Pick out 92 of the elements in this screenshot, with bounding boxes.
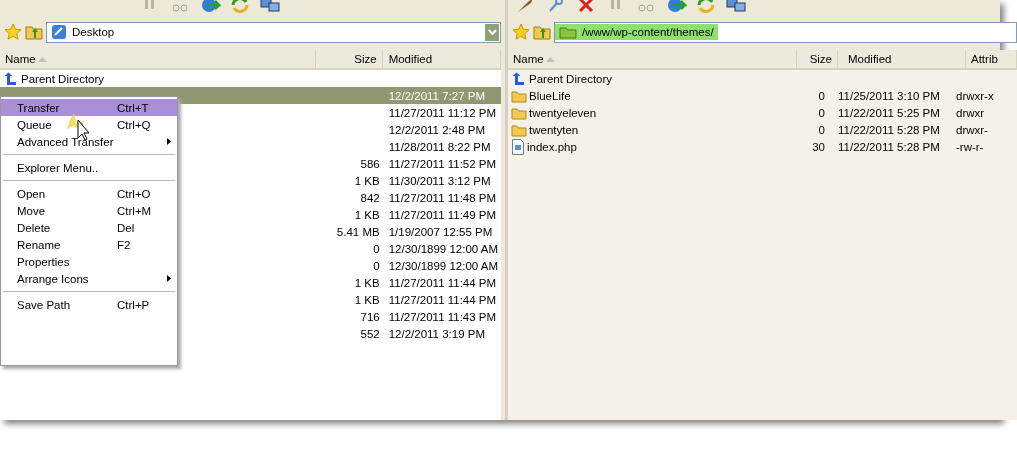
- menu-item[interactable]: Rename F2: [1, 236, 177, 253]
- modified-date: 11/27/2011 11:49 PM: [388, 208, 497, 221]
- column-header[interactable]: Modified: [838, 50, 966, 68]
- file-size: 586: [360, 157, 380, 170]
- file-size: 552: [360, 327, 380, 340]
- folder-up-icon: [25, 23, 43, 41]
- file-row[interactable]: twentyeleven 0 11/22/2011 5:25 PM drwxr: [508, 104, 1017, 121]
- file-size: 0: [373, 259, 380, 272]
- file-size: 0: [818, 123, 825, 136]
- file-row[interactable]: twentyten 0 11/22/2011 5:28 PM drwxr-: [508, 121, 1017, 138]
- menu-item[interactable]: Transfer Ctrl+T: [1, 99, 177, 116]
- modified-date: 1/19/2007 12:55 PM: [388, 225, 493, 238]
- modified-date: 11/27/2011 11:43 PM: [388, 310, 497, 323]
- computers-icon[interactable]: [725, 0, 747, 14]
- modified-date: 12/30/1899 12:00 AM: [388, 259, 498, 272]
- file-size: 716: [360, 310, 380, 323]
- folder-up-icon: [533, 23, 551, 41]
- column-header[interactable]: Name: [0, 50, 316, 68]
- modified-date: 12/2/2011 7:27 PM: [388, 89, 486, 102]
- star-icon: [512, 23, 530, 41]
- modified-date: 11/27/2011 11:44 PM: [388, 276, 497, 289]
- column-header[interactable]: Size: [315, 50, 383, 68]
- file-attributes: drwxr: [956, 106, 985, 119]
- folder-icon: [511, 88, 527, 103]
- sort-arrow-icon: [37, 56, 47, 62]
- folder-icon: [559, 25, 577, 39]
- column-header[interactable]: Name: [508, 50, 797, 68]
- file-name: Parent Directory: [21, 72, 105, 85]
- path-field[interactable]: Desktop: [46, 21, 501, 43]
- modified-date: 11/25/2011 3:10 PM: [838, 89, 940, 102]
- column-header[interactable]: Size: [797, 50, 838, 68]
- menu-item[interactable]: Save Path Ctrl+P: [1, 296, 177, 313]
- column-header[interactable]: Attrib: [966, 50, 1017, 68]
- file-size: 0: [818, 106, 825, 119]
- star-icon: [4, 23, 22, 41]
- modified-date: 11/27/2011 11:48 PM: [388, 191, 497, 204]
- file-name: twentyeleven: [529, 106, 597, 119]
- refresh-icon[interactable]: [229, 0, 251, 14]
- file-size: 0: [818, 89, 825, 102]
- path-text: /www/wp-content/themes/: [582, 26, 714, 38]
- caret-icon: [487, 29, 497, 35]
- up-arrow-icon: [511, 71, 527, 86]
- up-arrow-icon: [3, 71, 19, 86]
- menu-item[interactable]: Delete Del: [1, 219, 177, 236]
- file-row[interactable]: index.php 30 11/22/2011 5:28 PM -rw-r-: [508, 138, 1017, 155]
- file-attributes: drwxr-: [956, 123, 988, 136]
- file-attributes: -rw-r-: [956, 140, 984, 153]
- menu-item[interactable]: Queue Ctrl+Q: [1, 116, 177, 133]
- file-name: index.php: [527, 140, 577, 153]
- file-size: 1 KB: [354, 208, 380, 221]
- modified-date: 11/22/2011 5:28 PM: [838, 140, 940, 153]
- sort-arrow-icon: [545, 56, 555, 62]
- file-row[interactable]: Parent Directory: [508, 70, 1017, 87]
- path-text: Desktop: [72, 26, 115, 38]
- file-size: 1 KB: [354, 293, 380, 306]
- menu-item[interactable]: Open Ctrl+O: [1, 185, 177, 202]
- menu-item[interactable]: Move Ctrl+M: [1, 202, 177, 219]
- file-size: 5.41 MB: [336, 225, 380, 238]
- menu-item[interactable]: Properties: [1, 253, 177, 270]
- menu-item[interactable]: Advanced Transfer: [1, 133, 177, 150]
- submenu-arrow-icon: [167, 275, 171, 282]
- menu-item[interactable]: Explorer Menu..: [1, 159, 177, 176]
- file-name: BlueLife: [529, 89, 571, 102]
- refresh-icon[interactable]: [695, 0, 717, 14]
- file-name: Parent Directory: [529, 72, 613, 85]
- computers-icon[interactable]: [259, 0, 281, 14]
- modified-date: 12/30/1899 12:00 AM: [388, 242, 498, 255]
- menu-item[interactable]: Arrange Icons: [1, 270, 177, 287]
- folder-icon: [511, 122, 527, 137]
- modified-date: 11/27/2011 11:44 PM: [388, 293, 497, 306]
- file-size: 0: [373, 242, 380, 255]
- file-size: 30: [812, 140, 825, 153]
- globe-arrow-icon[interactable]: [665, 0, 687, 14]
- column-header[interactable]: Modified: [382, 50, 501, 68]
- modified-date: 11/30/2011 3:12 PM: [388, 174, 491, 187]
- modified-date: 12/2/2011 3:19 PM: [388, 327, 486, 340]
- modified-date: 11/22/2011 5:28 PM: [838, 123, 940, 136]
- modified-date: 11/27/2011 11:52 PM: [388, 157, 497, 170]
- file-name: twentyten: [529, 123, 579, 136]
- path-field[interactable]: /www/wp-content/themes/: [554, 21, 1017, 43]
- file-size: 1 KB: [354, 174, 380, 187]
- file-row[interactable]: Parent Directory: [0, 70, 501, 87]
- modified-date: 11/22/2011 5:25 PM: [838, 106, 940, 119]
- dropdown-button[interactable]: [485, 23, 499, 41]
- folder-icon: [511, 105, 527, 120]
- submenu-arrow-icon: [167, 138, 171, 145]
- file-icon: [511, 138, 525, 155]
- file-attributes: drwxr-x: [956, 89, 994, 102]
- file-size: 1 KB: [354, 276, 380, 289]
- globe-arrow-icon[interactable]: [199, 0, 221, 14]
- file-size: 842: [360, 191, 380, 204]
- file-row[interactable]: BlueLife 0 11/25/2011 3:10 PM drwxr-x: [508, 87, 1017, 104]
